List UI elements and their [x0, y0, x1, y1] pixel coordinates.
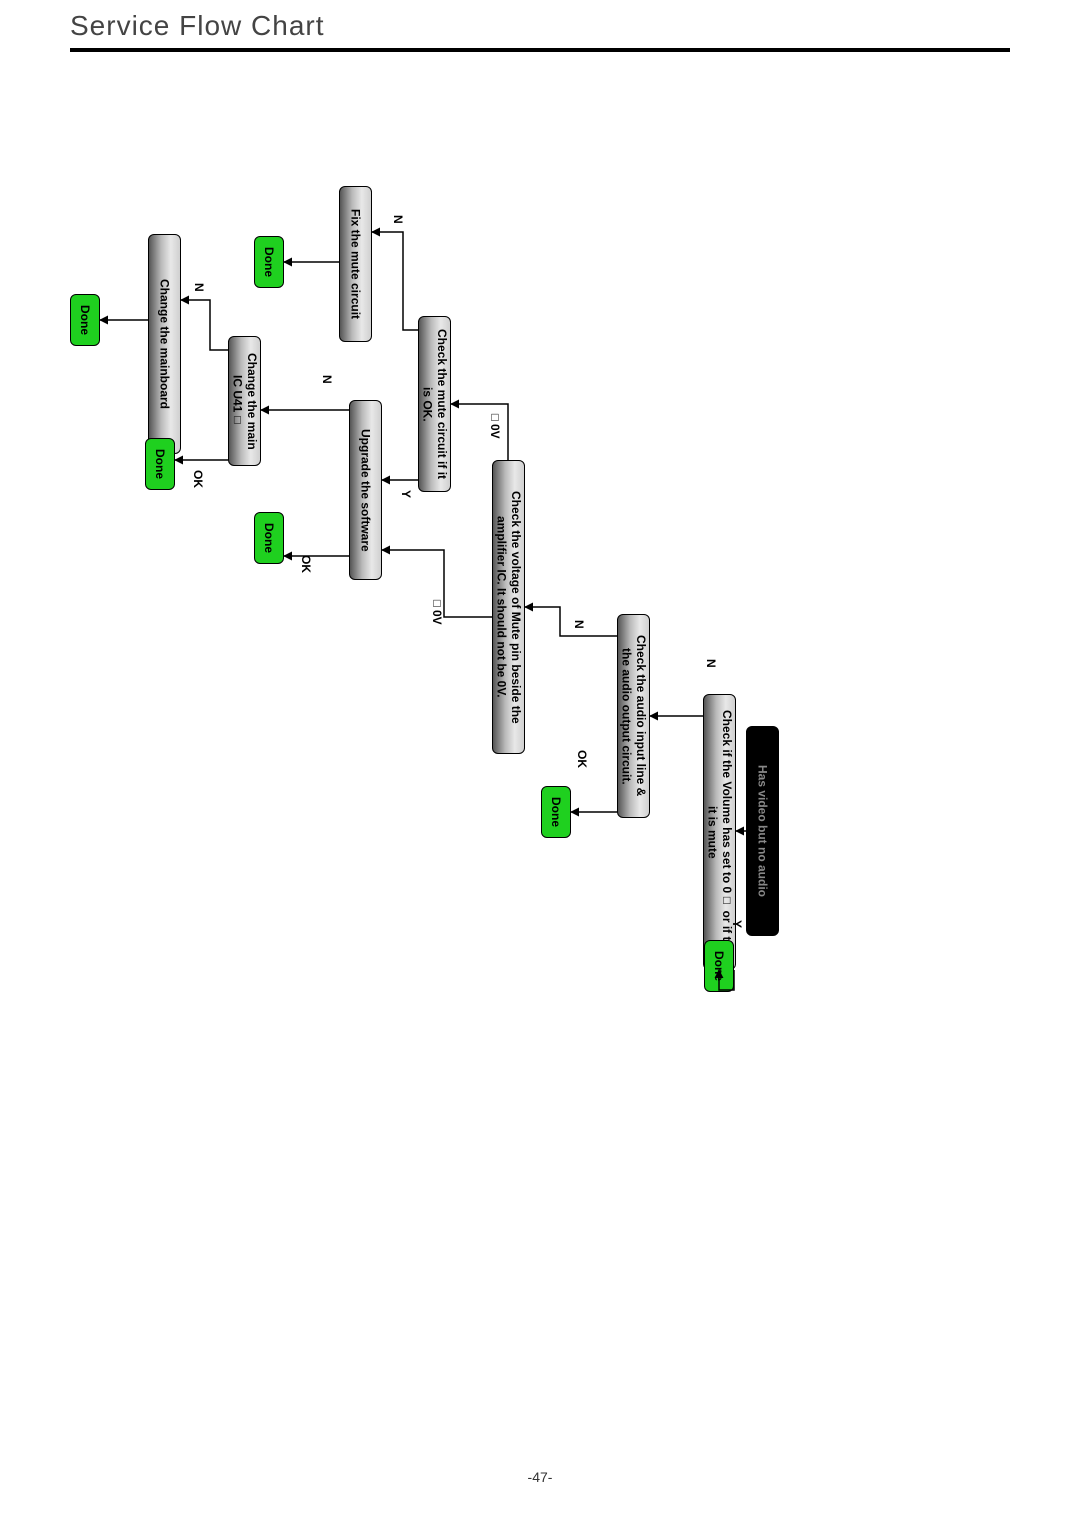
node-done-ic: Done	[145, 438, 175, 490]
flow-connectors	[0, 0, 1080, 1525]
label-N-volume: N	[704, 659, 718, 668]
node-fix-mute-circuit: Fix the mute circuit	[339, 186, 372, 342]
label-OK-ic: OK	[191, 470, 205, 488]
node-done-volume: Done	[704, 940, 734, 992]
node-done-mainboard: Done	[70, 294, 100, 346]
label-N-ic: N	[192, 283, 206, 292]
node-change-mainboard: Change the mainboard	[148, 234, 181, 454]
node-check-audio-line: Check the audio input line & the audio o…	[617, 614, 650, 818]
label-0V-right: □0V	[430, 596, 444, 625]
node-upgrade-software: Upgrade the software	[349, 400, 382, 580]
node-check-mute-voltage: Check the voltage of Mute pin beside the…	[492, 460, 525, 754]
node-check-mute-circuit: Check the mute circuit if it is OK.	[418, 316, 451, 492]
node-start: Has video but no audio	[746, 726, 779, 936]
label-0V-left: □0V	[488, 410, 502, 439]
node-check-volume: Check if the Volume has set to 0□ or if …	[703, 694, 736, 970]
page: Service Flow Chart Has video but no audi…	[0, 0, 1080, 1525]
label-OK-audio: OK	[575, 750, 589, 768]
label-N-muteckt: N	[391, 215, 405, 224]
title-bar: Service Flow Chart	[70, 10, 1010, 52]
node-done-fix-mute: Done	[254, 236, 284, 288]
label-N-sw: N	[320, 375, 334, 384]
label-N-audio: N	[572, 620, 586, 629]
label-Y-volume: Y	[730, 920, 744, 928]
label-Y-muteckt: Y	[399, 490, 413, 498]
page-number: -47-	[0, 1469, 1080, 1485]
node-done-audio-line: Done	[541, 786, 571, 838]
label-OK-sw: OK	[299, 555, 313, 573]
node-done-software: Done	[254, 512, 284, 564]
node-change-ic: Change the main IC U41□	[228, 336, 261, 466]
page-title: Service Flow Chart	[70, 10, 1010, 42]
